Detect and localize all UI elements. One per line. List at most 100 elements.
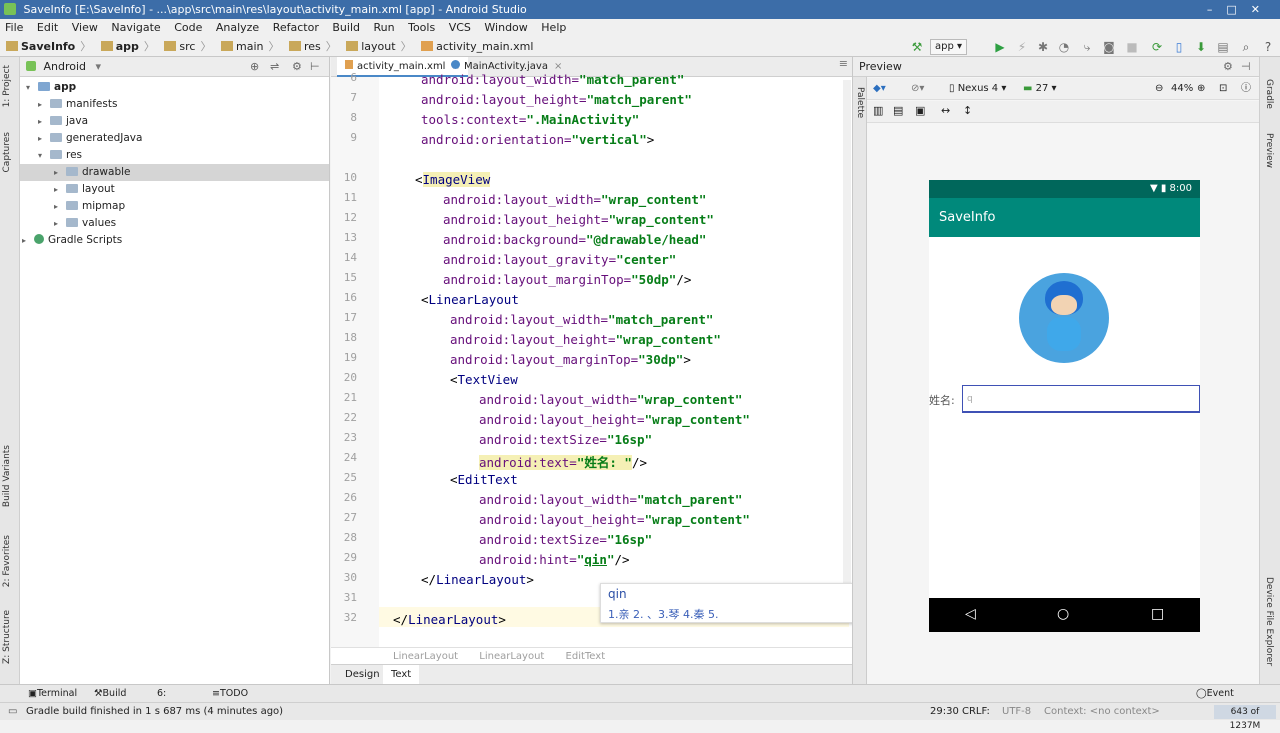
- tab-structure[interactable]: Z: Structure: [2, 610, 12, 664]
- tab-preview[interactable]: Preview: [1264, 133, 1274, 168]
- tree-item-java[interactable]: ▸ java: [38, 113, 88, 130]
- chevron-down-icon[interactable]: ▾: [96, 60, 102, 73]
- design-surface-icon[interactable]: ▥: [873, 104, 883, 117]
- back-icon[interactable]: ◁: [965, 606, 976, 622]
- memory-indicator[interactable]: 643 of 1237M: [1214, 705, 1276, 731]
- zoom-in-icon[interactable]: ⊕: [1197, 78, 1205, 100]
- tool-todo[interactable]: ≡ TODO: [212, 685, 248, 702]
- tool-terminal[interactable]: ▣ Terminal: [28, 685, 77, 702]
- menu-window[interactable]: Window: [484, 21, 527, 34]
- attach-debugger-icon[interactable]: ⤷: [1080, 40, 1094, 54]
- tab-text[interactable]: Text: [383, 665, 420, 685]
- file-encoding[interactable]: UTF-8: [1002, 703, 1031, 720]
- zoom-fit-icon[interactable]: ⊡: [1219, 78, 1227, 100]
- tab-build-variants[interactable]: Build Variants: [2, 445, 12, 507]
- stop-disabled-icon[interactable]: ■: [1125, 40, 1139, 54]
- hide-panel-icon[interactable]: ⊢: [310, 57, 320, 77]
- breadcrumb-linearlayout-outer[interactable]: LinearLayout: [393, 651, 458, 662]
- device-select[interactable]: ▯ Nexus 4 ▾: [949, 78, 1006, 100]
- context-indicator[interactable]: Context: <no context>: [1044, 703, 1160, 720]
- tree-item-mipmap[interactable]: ▸ mipmap: [54, 198, 125, 215]
- tab-list-icon[interactable]: ≡: [839, 57, 848, 70]
- tab-project[interactable]: 1: Project: [2, 65, 12, 107]
- recents-icon[interactable]: □: [1151, 606, 1164, 622]
- crumb-file[interactable]: activity_main.xml: [421, 37, 533, 57]
- breadcrumb-edittext[interactable]: EditText: [566, 651, 606, 662]
- tab-device-file-explorer[interactable]: Device File Explorer: [1264, 577, 1274, 666]
- ime-candidates[interactable]: 1.亲 2. 、3.琴 4.秦 5.: [608, 606, 718, 622]
- zoom-out-icon[interactable]: ⊖: [1155, 78, 1163, 100]
- menu-run[interactable]: Run: [374, 21, 395, 34]
- tab-design[interactable]: Design: [337, 665, 388, 685]
- info-icon[interactable]: ⓘ: [1241, 78, 1251, 100]
- tree-item-layout[interactable]: ▸ layout: [54, 181, 115, 198]
- api-select[interactable]: ▬ 27 ▾: [1023, 78, 1057, 100]
- tab-gradle[interactable]: Gradle: [1264, 79, 1274, 109]
- tree-item-drawable[interactable]: ▸ drawable: [20, 164, 329, 181]
- sync-gradle-icon[interactable]: ⟳: [1150, 40, 1164, 54]
- tree-item-values[interactable]: ▸ values: [54, 215, 116, 232]
- crumb-layout[interactable]: layout 〉: [346, 37, 412, 57]
- breadcrumb-linearlayout-inner[interactable]: LinearLayout: [479, 651, 544, 662]
- menu-refactor[interactable]: Refactor: [273, 21, 319, 34]
- tool-build[interactable]: ⚒ Build: [94, 685, 126, 702]
- pan-vertical-icon[interactable]: ↕: [963, 104, 972, 117]
- maximize-button[interactable]: □: [1226, 3, 1250, 16]
- editor-scrollbar[interactable]: [843, 80, 851, 610]
- run-icon[interactable]: ▶: [993, 40, 1007, 54]
- gear-icon[interactable]: ⚙: [1223, 57, 1233, 77]
- project-view-select[interactable]: Android: [44, 60, 87, 73]
- menu-file[interactable]: File: [5, 21, 23, 34]
- gear-icon[interactable]: ⚙: [292, 57, 302, 77]
- avd-manager-icon[interactable]: ▯: [1172, 40, 1186, 54]
- crumb-res[interactable]: res 〉: [288, 37, 337, 57]
- crumb-src[interactable]: src 〉: [164, 37, 211, 57]
- collapse-icon[interactable]: ⇌: [270, 57, 279, 77]
- profile-icon[interactable]: ◔: [1057, 40, 1071, 54]
- tab-palette[interactable]: Palette: [855, 87, 865, 118]
- cursor-position[interactable]: 29:30: [930, 703, 959, 720]
- menu-navigate[interactable]: Navigate: [111, 21, 160, 34]
- sync-icon[interactable]: ⊕: [250, 57, 259, 77]
- menu-code[interactable]: Code: [174, 21, 202, 34]
- layout-inspector-icon[interactable]: ▤: [1216, 40, 1230, 54]
- menu-vcs[interactable]: VCS: [449, 21, 471, 34]
- tab-captures[interactable]: Captures: [2, 132, 12, 172]
- tree-item-res[interactable]: ▾ res: [38, 147, 82, 164]
- make-project-icon[interactable]: ⚒: [910, 40, 924, 54]
- crumb-project[interactable]: SaveInfo 〉: [6, 37, 91, 57]
- layers-icon[interactable]: ◆▾: [873, 78, 886, 100]
- menu-tools[interactable]: Tools: [408, 21, 435, 34]
- both-views-icon[interactable]: ▣: [915, 104, 925, 117]
- tree-item-generatedjava[interactable]: ▸ generatedJava: [38, 130, 142, 147]
- sdk-manager-icon[interactable]: ⬇: [1194, 40, 1208, 54]
- pan-horizontal-icon[interactable]: ↔: [941, 104, 950, 117]
- tab-favorites[interactable]: 2: Favorites: [2, 535, 12, 587]
- minimize-button[interactable]: –: [1207, 3, 1227, 16]
- tree-item-gradle-scripts[interactable]: ▸ Gradle Scripts: [22, 232, 122, 249]
- search-icon[interactable]: ⌕: [1239, 40, 1253, 54]
- help-icon[interactable]: ?: [1261, 40, 1275, 54]
- menu-help[interactable]: Help: [541, 21, 566, 34]
- menu-analyze[interactable]: Analyze: [216, 21, 259, 34]
- menu-build[interactable]: Build: [332, 21, 360, 34]
- hide-panel-icon[interactable]: ⊣: [1241, 57, 1251, 77]
- menu-edit[interactable]: Edit: [37, 21, 58, 34]
- menu-view[interactable]: View: [72, 21, 98, 34]
- tool-event-log[interactable]: ◯ Event Log: [1196, 685, 1234, 716]
- name-input[interactable]: q: [962, 385, 1200, 413]
- tree-item-manifests[interactable]: ▸ manifests: [38, 96, 117, 113]
- apply-changes-icon[interactable]: ⚡: [1015, 40, 1029, 54]
- orientation-icon[interactable]: ⊘▾: [911, 78, 924, 100]
- blueprint-icon[interactable]: ▤: [893, 104, 903, 117]
- debug-icon[interactable]: ✱: [1036, 40, 1050, 54]
- crumb-app[interactable]: app 〉: [100, 37, 155, 57]
- run-config-select[interactable]: app ▾: [930, 39, 968, 55]
- home-icon[interactable]: ○: [1057, 606, 1069, 622]
- close-button[interactable]: ✕: [1251, 3, 1274, 16]
- tree-item-app[interactable]: ▾ app: [26, 79, 76, 96]
- line-separator[interactable]: CRLF:: [962, 703, 990, 720]
- close-icon[interactable]: ×: [554, 61, 562, 72]
- window-controls[interactable]: –□✕: [1207, 0, 1274, 19]
- crumb-main[interactable]: main 〉: [220, 37, 279, 57]
